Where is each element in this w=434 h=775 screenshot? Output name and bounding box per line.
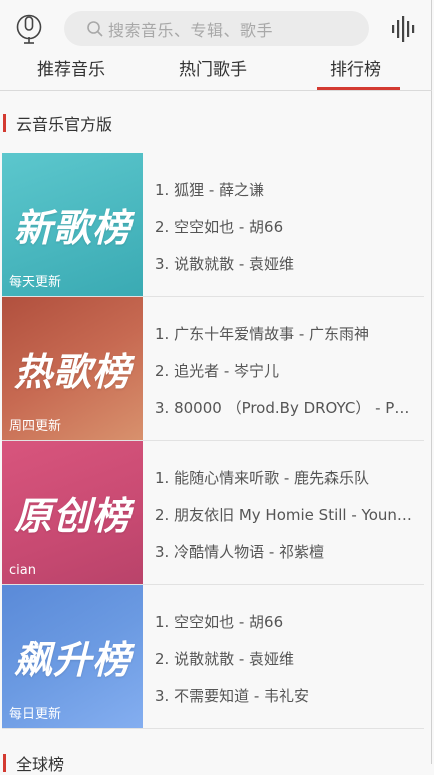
cover-title: 原创榜	[13, 493, 131, 538]
tab-charts[interactable]: 排行榜	[330, 58, 381, 86]
song-item[interactable]: 3. 冷酷情人物语 - 祁紫檀	[155, 541, 417, 562]
tab-bar: 推荐音乐 热门歌手 排行榜	[0, 56, 432, 91]
song-item[interactable]: 3. 说散就散 - 袁娅维	[155, 253, 417, 274]
ranking-rising[interactable]: 飙升榜 每日更新 1. 空空如也 - 胡66 2. 说散就散 - 袁娅维 3. …	[2, 585, 424, 729]
song-item[interactable]: 3. 80000 （Prod.By DROYC） - PRC 巴音汗	[155, 397, 417, 418]
section-title: 全球榜	[16, 755, 65, 774]
cover-title: 飙升榜	[13, 637, 131, 682]
tab-recommended-music[interactable]: 推荐音乐	[37, 58, 105, 86]
search-bar[interactable]: 搜索音乐、专辑、歌手	[64, 11, 369, 46]
search-icon	[87, 20, 103, 37]
search-placeholder: 搜索音乐、专辑、歌手	[108, 20, 274, 40]
song-item[interactable]: 2. 追光者 - 岑宁儿	[155, 360, 417, 381]
ranking-hot-songs[interactable]: 热歌榜 周四更新 1. 广东十年爱情故事 - 广东雨神 2. 追光者 - 岑宁儿…	[2, 297, 424, 441]
cover-update-note: cian	[9, 563, 36, 578]
song-item[interactable]: 1. 空空如也 - 胡66	[155, 611, 417, 632]
chart-cover[interactable]: 原创榜 cian	[2, 441, 143, 584]
chart-cover[interactable]: 热歌榜 周四更新	[2, 297, 143, 440]
cover-title: 新歌榜	[13, 205, 131, 250]
active-tab-indicator	[317, 87, 400, 90]
microphone-icon[interactable]	[16, 13, 42, 45]
song-item[interactable]: 2. 说散就散 - 袁娅维	[155, 648, 417, 669]
section-title: 云音乐官方版	[16, 115, 113, 134]
section-accent-bar	[3, 114, 6, 132]
section-accent-bar	[3, 754, 6, 772]
section-header-official: 云音乐官方版	[0, 112, 300, 134]
sound-wave-icon[interactable]	[391, 16, 417, 42]
tab-popular-singers[interactable]: 热门歌手	[179, 58, 247, 86]
cover-title: 热歌榜	[13, 349, 131, 394]
cover-update-note: 每日更新	[9, 707, 62, 722]
cover-update-note: 周四更新	[9, 419, 62, 434]
song-item[interactable]: 2. 朋友依旧 My Homie Still - Young Kingz	[155, 504, 417, 525]
ranking-new-songs[interactable]: 新歌榜 每天更新 1. 狐狸 - 薛之谦 2. 空空如也 - 胡66 3. 说散…	[2, 153, 424, 297]
ranking-original[interactable]: 原创榜 cian 1. 能随心情来听歌 - 鹿先森乐队 2. 朋友依旧 My H…	[2, 441, 424, 585]
cover-update-note: 每天更新	[9, 275, 62, 290]
chart-cover[interactable]: 飙升榜 每日更新	[2, 585, 143, 728]
song-item[interactable]: 1. 广东十年爱情故事 - 广东雨神	[155, 323, 417, 344]
app-frame: 搜索音乐、专辑、歌手 推荐音乐 热门歌手 排行榜 云音乐官方版 新歌榜 每天更新…	[0, 0, 432, 774]
song-item[interactable]: 2. 空空如也 - 胡66	[155, 216, 417, 237]
song-item[interactable]: 3. 不需要知道 - 韦礼安	[155, 685, 417, 706]
top-bar: 搜索音乐、专辑、歌手	[0, 0, 432, 58]
chart-cover[interactable]: 新歌榜 每天更新	[2, 153, 143, 296]
song-item[interactable]: 1. 狐狸 - 薛之谦	[155, 179, 417, 200]
song-item[interactable]: 1. 能随心情来听歌 - 鹿先森乐队	[155, 467, 417, 488]
section-header-global: 全球榜	[0, 752, 300, 774]
